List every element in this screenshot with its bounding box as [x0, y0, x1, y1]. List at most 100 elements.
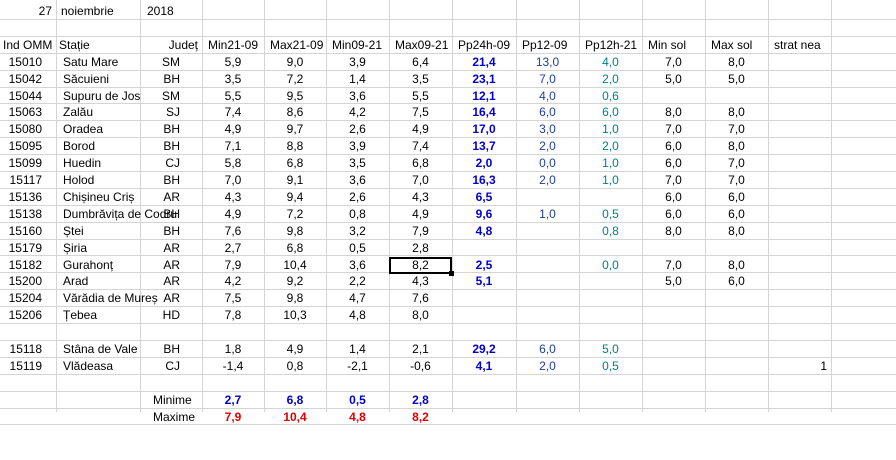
- max-sol-cell[interactable]: [705, 341, 768, 358]
- station-id-cell[interactable]: 15182: [0, 257, 56, 274]
- maxime-value[interactable]: 7,9: [202, 409, 264, 426]
- pp12h-21-cell[interactable]: 0,8: [579, 223, 642, 240]
- max-sol-cell[interactable]: [705, 290, 768, 307]
- max09-21-cell[interactable]: 7,4: [389, 138, 452, 155]
- pp12-09-cell[interactable]: [516, 307, 579, 324]
- max-sol-cell[interactable]: 8,0: [705, 54, 768, 71]
- spreadsheet-grid[interactable]: 27 noiembrie 2018 Ind OMM Stație Județ Min21-0…: [0, 0, 896, 460]
- strat-nea-cell[interactable]: [768, 290, 831, 307]
- min09-21-cell[interactable]: 0,5: [326, 240, 389, 257]
- pp12-09-cell[interactable]: 2,0: [516, 138, 579, 155]
- station-id-cell[interactable]: 15160: [0, 223, 56, 240]
- min21-09-cell[interactable]: 4,9: [202, 206, 264, 223]
- max09-21-cell[interactable]: 6,8: [389, 155, 452, 172]
- max-sol-cell[interactable]: 6,0: [705, 206, 768, 223]
- county-cell[interactable]: BH: [140, 206, 202, 223]
- max21-09-cell[interactable]: 6,8: [264, 155, 326, 172]
- max21-09-cell[interactable]: 8,6: [264, 104, 326, 121]
- max09-21-cell[interactable]: 2,1: [389, 341, 452, 358]
- max-sol-cell[interactable]: 5,0: [705, 71, 768, 88]
- max21-09-cell[interactable]: 9,0: [264, 54, 326, 71]
- pp12-09-cell[interactable]: 6,0: [516, 341, 579, 358]
- min-sol-cell[interactable]: 6,0: [642, 206, 705, 223]
- min09-21-cell[interactable]: 3,6: [326, 257, 389, 274]
- max-sol-cell[interactable]: 8,0: [705, 223, 768, 240]
- min21-09-cell[interactable]: 7,1: [202, 138, 264, 155]
- max-sol-cell[interactable]: [705, 240, 768, 257]
- station-id-cell[interactable]: 15044: [0, 88, 56, 105]
- strat-nea-cell[interactable]: [768, 240, 831, 257]
- pp12-09-cell[interactable]: 7,0: [516, 71, 579, 88]
- strat-nea-cell[interactable]: [768, 138, 831, 155]
- station-id-cell[interactable]: 15063: [0, 104, 56, 121]
- header-judet[interactable]: Județ: [140, 37, 202, 54]
- max09-21-cell[interactable]: 4,9: [389, 121, 452, 138]
- header-max-sol[interactable]: Max sol: [705, 37, 768, 54]
- county-cell[interactable]: BH: [140, 172, 202, 189]
- station-name-cell[interactable]: Săcuieni: [60, 71, 140, 88]
- pp24h-09-cell[interactable]: 2,0: [452, 155, 516, 172]
- max09-21-cell[interactable]: [389, 324, 452, 341]
- pp24h-09-cell[interactable]: 16,4: [452, 104, 516, 121]
- pp24h-09-cell[interactable]: [452, 290, 516, 307]
- minime-value[interactable]: 6,8: [264, 392, 326, 409]
- strat-nea-cell[interactable]: [768, 172, 831, 189]
- county-cell[interactable]: [140, 324, 202, 341]
- strat-nea-cell[interactable]: [768, 71, 831, 88]
- max21-09-cell[interactable]: 10,3: [264, 307, 326, 324]
- min-sol-cell[interactable]: 8,0: [642, 223, 705, 240]
- station-name-cell[interactable]: Huedin: [60, 155, 140, 172]
- min09-21-cell[interactable]: 2,2: [326, 273, 389, 290]
- pp12-09-cell[interactable]: [516, 290, 579, 307]
- max21-09-cell[interactable]: 9,1: [264, 172, 326, 189]
- pp12h-21-cell[interactable]: 0,5: [579, 358, 642, 375]
- max09-21-cell[interactable]: 6,4: [389, 54, 452, 71]
- max09-21-cell[interactable]: -0,6: [389, 358, 452, 375]
- max21-09-cell[interactable]: 0,8: [264, 358, 326, 375]
- pp24h-09-cell[interactable]: 16,3: [452, 172, 516, 189]
- max-sol-cell[interactable]: [705, 324, 768, 341]
- min21-09-cell[interactable]: 4,2: [202, 273, 264, 290]
- pp12-09-cell[interactable]: 2,0: [516, 172, 579, 189]
- pp12h-21-cell[interactable]: [579, 189, 642, 206]
- max21-09-cell[interactable]: 9,5: [264, 88, 326, 105]
- minime-value[interactable]: 2,7: [202, 392, 264, 409]
- max21-09-cell[interactable]: 9,2: [264, 273, 326, 290]
- max21-09-cell[interactable]: 9,8: [264, 223, 326, 240]
- strat-nea-cell[interactable]: [768, 54, 831, 71]
- station-id-cell[interactable]: 15206: [0, 307, 56, 324]
- county-cell[interactable]: HD: [140, 307, 202, 324]
- station-id-cell[interactable]: 15179: [0, 240, 56, 257]
- min-sol-cell[interactable]: 7,0: [642, 54, 705, 71]
- min-sol-cell[interactable]: 6,0: [642, 138, 705, 155]
- maxime-value[interactable]: 8,2: [389, 409, 452, 426]
- min09-21-cell[interactable]: 3,6: [326, 172, 389, 189]
- minime-value[interactable]: 2,8: [389, 392, 452, 409]
- station-id-cell[interactable]: 15117: [0, 172, 56, 189]
- station-id-cell[interactable]: 15119: [0, 358, 56, 375]
- date-year-cell[interactable]: 2018: [144, 3, 202, 20]
- pp12-09-cell[interactable]: 13,0: [516, 54, 579, 71]
- minime-value[interactable]: 0,5: [326, 392, 389, 409]
- min21-09-cell[interactable]: 7,4: [202, 104, 264, 121]
- pp12-09-cell[interactable]: 0,0: [516, 155, 579, 172]
- pp24h-09-cell[interactable]: 17,0: [452, 121, 516, 138]
- min09-21-cell[interactable]: 3,5: [326, 155, 389, 172]
- station-name-cell[interactable]: Dumbrăvița de Codru: [60, 206, 177, 223]
- pp24h-09-cell[interactable]: 29,2: [452, 341, 516, 358]
- min21-09-cell[interactable]: [202, 324, 264, 341]
- pp12h-21-cell[interactable]: 1,0: [579, 155, 642, 172]
- min09-21-cell[interactable]: 1,4: [326, 71, 389, 88]
- max21-09-cell[interactable]: 7,2: [264, 71, 326, 88]
- station-name-cell[interactable]: Oradea: [60, 121, 140, 138]
- max09-21-cell[interactable]: 7,6: [389, 290, 452, 307]
- pp12-09-cell[interactable]: [516, 273, 579, 290]
- header-min09-21[interactable]: Min09-21: [326, 37, 389, 54]
- strat-nea-cell[interactable]: [768, 206, 831, 223]
- min09-21-cell[interactable]: 4,2: [326, 104, 389, 121]
- station-name-cell[interactable]: Chișineu Criș: [60, 189, 140, 206]
- min21-09-cell[interactable]: 7,6: [202, 223, 264, 240]
- min21-09-cell[interactable]: 5,9: [202, 54, 264, 71]
- county-cell[interactable]: AR: [140, 257, 202, 274]
- pp12h-21-cell[interactable]: 0,0: [579, 257, 642, 274]
